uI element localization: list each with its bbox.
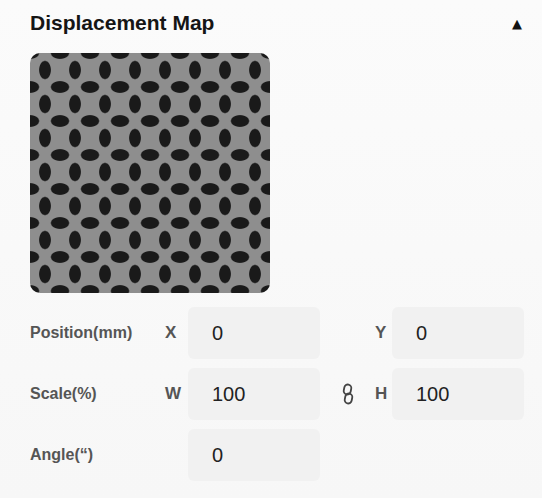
axis-label: W bbox=[165, 384, 188, 404]
value-field[interactable]: 0 bbox=[188, 429, 320, 481]
row-label: Position(mm) bbox=[30, 324, 165, 342]
axis-label: Y bbox=[375, 323, 392, 343]
link-icon[interactable] bbox=[342, 383, 354, 405]
value-field[interactable]: 0 bbox=[188, 307, 320, 359]
displacement-map-panel: Displacement Map▲Position(mm)X0Y0Scale(%… bbox=[0, 0, 542, 498]
value-field[interactable]: 100 bbox=[392, 368, 524, 420]
link-toggle[interactable] bbox=[320, 383, 375, 405]
collapse-toggle[interactable]: ▲ bbox=[510, 16, 524, 31]
settings-grid: Position(mm)X0Y0Scale(%)W100H100Angle(“)… bbox=[30, 307, 524, 481]
panel-header: Displacement Map ▲ bbox=[30, 6, 524, 40]
value-field[interactable]: 100 bbox=[188, 368, 320, 420]
panel-title: Displacement Map bbox=[30, 11, 214, 35]
axis-label: H bbox=[375, 384, 392, 404]
row-label: Angle(“) bbox=[30, 446, 165, 464]
axis-label: X bbox=[165, 323, 188, 343]
displacement-texture[interactable] bbox=[30, 53, 270, 293]
value-field[interactable]: 0 bbox=[392, 307, 524, 359]
row-label: Scale(%) bbox=[30, 385, 165, 403]
